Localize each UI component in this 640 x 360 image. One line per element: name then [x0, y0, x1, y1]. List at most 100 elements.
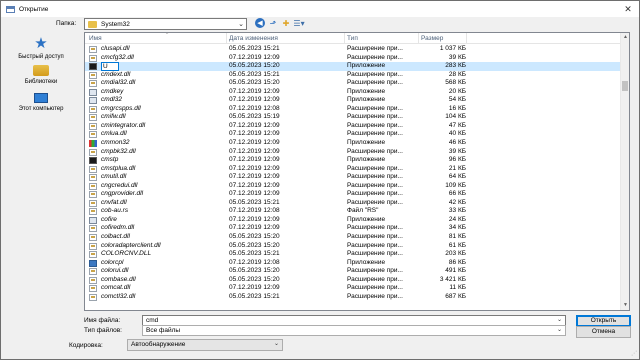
file-row[interactable]: colorui.dll 05.05.2023 15:20 Расширение пр…: [85, 267, 621, 276]
file-row[interactable]: comcat.dll 07.12.2019 12:09 Расширение при…: [85, 284, 621, 293]
filetype-dropdown[interactable]: Все файлы ⌄: [142, 325, 566, 336]
file-row[interactable]: cmdial32.dll 05.05.2023 15:20 Расширение п…: [85, 79, 621, 88]
file-row[interactable]: clusapi.dll 05.05.2023 15:21 Расширение пр…: [85, 45, 621, 54]
file-date: 07.12.2019 12:08: [229, 258, 280, 266]
open-dialog: Открытие ✕ Папка: System32 ⌄ ◀ ⬏ ✚ ☰▾ ★ …: [0, 0, 640, 360]
cancel-button[interactable]: Отмена: [576, 326, 631, 338]
file-type: Расширение при...: [347, 147, 403, 155]
place-label: Библиотеки: [24, 79, 58, 85]
file-size: 42 КБ: [448, 198, 466, 206]
file-type: Расширение при...: [347, 53, 403, 61]
dll-file-icon: [89, 71, 97, 79]
file-size: 24 КБ: [448, 215, 466, 223]
file-name: cmdext.dll: [101, 70, 131, 78]
file-type: Расширение при...: [347, 121, 403, 129]
chevron-down-icon: ⌄: [556, 327, 562, 333]
cmd-file-icon: [89, 63, 97, 71]
chevron-down-icon: ⌄: [273, 341, 279, 347]
file-size: 40 КБ: [448, 130, 466, 138]
file-type: Расширение при...: [347, 267, 403, 275]
file-row[interactable]: cmstp 07.12.2019 12:09 Приложение 96 КБ: [85, 156, 621, 165]
scroll-thumb[interactable]: [622, 81, 628, 91]
close-button[interactable]: ✕: [617, 1, 639, 17]
file-row[interactable]: cofire 07.12.2019 12:09 Приложение 24 КБ: [85, 216, 621, 225]
column-divider[interactable]: [344, 33, 345, 44]
column-divider[interactable]: [466, 33, 467, 44]
encoding-dropdown[interactable]: Автообнаружение ⌄: [127, 339, 283, 351]
file-row[interactable]: cob-au.rs 07.12.2019 12:08 Файл "RS" 33 КБ: [85, 207, 621, 216]
dll-file-icon: [89, 242, 97, 250]
column-size[interactable]: Размер: [421, 35, 443, 42]
file-row[interactable]: cmlua.dll 07.12.2019 12:09 Расширение при.…: [85, 130, 621, 139]
filetype-label: Тип файлов:: [84, 327, 122, 334]
back-icon[interactable]: ◀: [255, 18, 265, 28]
file-row[interactable]: cmutil.dll 07.12.2019 12:09 Расширение при…: [85, 173, 621, 182]
file-row[interactable]: colorcpl 07.12.2019 12:08 Приложение 86 КБ: [85, 259, 621, 268]
column-date[interactable]: Дата изменения: [229, 35, 278, 42]
file-row[interactable]: cmpbk32.dll 07.12.2019 12:09 Расширение пр…: [85, 148, 621, 157]
file-row[interactable]: colbact.dll 05.05.2023 15:20 Расширение пр…: [85, 233, 621, 242]
list-header: Имя ⌃ Дата изменения Тип Размер: [85, 33, 621, 44]
exe-file-icon: [89, 216, 97, 224]
dll-file-icon: [89, 268, 97, 276]
file-name: cmcfg32.dll: [101, 53, 134, 61]
chevron-down-icon[interactable]: ⌄: [557, 316, 562, 325]
column-divider[interactable]: [418, 33, 419, 44]
file-row[interactable]: cmcfg32.dll 07.12.2019 12:09 Расширение пр…: [85, 54, 621, 63]
dll-file-icon: [89, 182, 97, 190]
file-name: cmlua.dll: [101, 130, 127, 138]
column-name[interactable]: Имя: [89, 35, 102, 42]
file-size: 11 КБ: [449, 284, 466, 292]
file-row[interactable]: cmdext.dll 05.05.2023 15:21 Расширение при…: [85, 71, 621, 80]
rename-input[interactable]: U: [101, 62, 119, 71]
folder-dropdown[interactable]: System32 ⌄: [84, 18, 247, 30]
chevron-down-icon: ⌄: [238, 21, 244, 28]
scroll-down-icon[interactable]: ▼: [621, 301, 629, 310]
file-row[interactable]: combase.dll 05.05.2023 15:20 Расширение пр…: [85, 276, 621, 285]
file-date: 07.12.2019 12:09: [229, 156, 280, 164]
view-menu-icon[interactable]: ☰▾: [293, 18, 304, 28]
file-type: Приложение: [347, 87, 386, 95]
file-size: 96 КБ: [448, 156, 466, 164]
place-this-pc[interactable]: Этот компьютер: [1, 91, 81, 112]
place-quick-access[interactable]: ★ Быстрый доступ: [1, 35, 81, 60]
file-date: 07.12.2019 12:09: [229, 181, 280, 189]
file-row[interactable]: comctl32.dll 05.05.2023 15:21 Расширение п…: [85, 293, 621, 302]
file-row[interactable]: cngcredui.dll 07.12.2019 12:09 Расширение …: [85, 182, 621, 191]
dll-file-icon: [89, 174, 97, 182]
place-libraries[interactable]: Библиотеки: [1, 63, 81, 85]
file-size: 66 КБ: [448, 190, 466, 198]
file-type: Приложение: [347, 62, 386, 70]
file-size: 1 037 КБ: [439, 45, 466, 52]
file-row[interactable]: coloradapterclient.dll 05.05.2023 15:20 Ра…: [85, 242, 621, 251]
dll-file-icon: [89, 293, 97, 301]
file-row[interactable]: cngprovider.dll 07.12.2019 12:09 Расширени…: [85, 190, 621, 199]
file-row[interactable]: cmdkey 07.12.2019 12:09 Приложение 20 КБ: [85, 88, 621, 97]
file-row[interactable]: U 05.05.2023 15:20 Приложение 283 КБ: [85, 62, 621, 71]
file-date: 07.12.2019 12:09: [229, 164, 280, 172]
file-row[interactable]: cmdl32 07.12.2019 12:09 Приложение 54 КБ: [85, 96, 621, 105]
vertical-scrollbar[interactable]: ▲ ▼: [620, 33, 629, 310]
file-size: 104 КБ: [445, 113, 466, 121]
file-list[interactable]: Имя ⌃ Дата изменения Тип Размер clusapi.…: [84, 32, 630, 311]
file-row[interactable]: cmifw.dll 05.05.2023 15:19 Расширение при.…: [85, 113, 621, 122]
file-row[interactable]: cmmon32 07.12.2019 12:09 Приложение 46 КБ: [85, 139, 621, 148]
file-name: cmstplua.dll: [101, 164, 136, 172]
column-divider[interactable]: [226, 33, 227, 44]
file-row[interactable]: cofiredm.dll 07.12.2019 12:09 Расширение п…: [85, 224, 621, 233]
scroll-up-icon[interactable]: ▲: [621, 33, 629, 42]
resize-grip-icon[interactable]: ⋰: [631, 350, 637, 357]
file-size: 86 КБ: [448, 258, 466, 266]
file-row[interactable]: cmintegrator.dll 07.12.2019 12:09 Расширен…: [85, 122, 621, 131]
file-date: 05.05.2023 15:21: [229, 292, 280, 300]
encoding-value: Автообнаружение: [131, 341, 186, 348]
file-row[interactable]: cmstplua.dll 07.12.2019 12:09 Расширение п…: [85, 165, 621, 174]
column-type[interactable]: Тип: [347, 35, 358, 42]
up-folder-icon[interactable]: ⬏: [268, 18, 278, 28]
cmd-file-icon: [89, 157, 97, 165]
file-row[interactable]: cmgrcspps.dll 07.12.2019 12:08 Расширение …: [85, 105, 621, 114]
star-icon: ★: [34, 35, 48, 52]
new-folder-icon[interactable]: ✚: [281, 18, 291, 28]
file-row[interactable]: COLORCNV.DLL 05.05.2023 15:21 Расширение п…: [85, 250, 621, 259]
file-date: 05.05.2023 15:21: [229, 45, 280, 52]
